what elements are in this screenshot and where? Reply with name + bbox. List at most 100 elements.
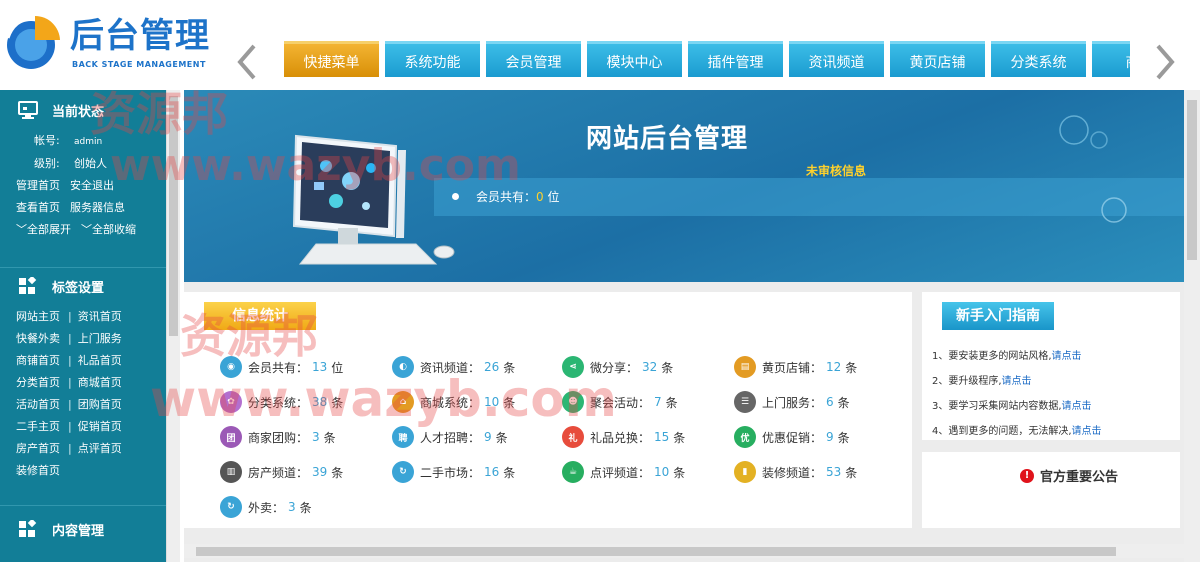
stat-unit: 条 [845,465,858,480]
guide-item-link[interactable]: 请点击 [1002,376,1032,387]
shop-icon: ⌂ [392,391,414,413]
link-expand-all[interactable]: 全部展开 [27,223,71,236]
stat-item[interactable]: ▥ 房产频道： 39 条 [220,461,343,483]
link-secondhand-home[interactable]: 二手主页 [16,420,60,433]
status-links: 管理首页 安全退出 查看首页 服务器信息 ﹀全部展开 ﹀全部收缩 [0,175,166,247]
stat-item[interactable]: ☻ 聚会活动： 7 条 [562,391,678,413]
sidebar-content-title: 内容管理 [52,523,105,539]
stat-item[interactable]: 聘人才招聘： 9 条 [392,426,508,448]
stat-label: 礼品兑换： [590,430,651,445]
sidebar-scrollbar[interactable] [166,90,180,562]
stat-item[interactable]: ▤ 黄页店铺： 12 条 [734,356,857,378]
tab-member-management[interactable]: 会员管理 [486,41,581,77]
stat-count: 32 [642,360,658,374]
stat-unit: 条 [323,430,336,445]
link-admin-home[interactable]: 管理首页 [16,179,60,192]
globe-icon: ◐ [392,356,414,378]
groupbuy-icon: 团 [220,426,242,448]
tab-news-channel[interactable]: 资讯频道 [789,41,884,77]
tab-mall[interactable]: 商城 [1092,41,1130,77]
link-shop-home[interactable]: 商铺首页 [16,354,60,367]
link-fastfood[interactable]: 快餐外卖 [16,332,60,345]
sidebar-heading-content[interactable]: 内容管理 [0,506,166,552]
stat-count: 6 [826,395,834,409]
stat-item[interactable]: ↻ 外卖： 3 条 [220,496,312,518]
link-logout[interactable]: 安全退出 [70,179,114,192]
top-header: 后台管理 BACK STAGE MANAGEMENT 快捷菜单 系统功能 会员管理模… [0,0,1200,90]
stat-count: 9 [826,430,834,444]
tab-classified-system[interactable]: 分类系统 [991,41,1086,77]
link-decoration-home[interactable]: 装修首页 [16,464,60,477]
stat-item[interactable]: ⋖ 微分享： 32 条 [562,356,673,378]
stat-item[interactable]: ▮ 装修频道： 53 条 [734,461,857,483]
stat-item[interactable]: 礼礼品兑换： 15 条 [562,426,685,448]
sidebar-status-title: 当前状态 [52,104,105,120]
stat-count: 39 [312,465,328,479]
stat-item[interactable]: ◐ 资讯频道： 26 条 [392,356,515,378]
nav-prev-arrow-icon[interactable] [234,42,260,82]
guide-item-link[interactable]: 请点击 [1062,401,1092,412]
tab-yellow-pages[interactable]: 黄页店铺 [890,41,985,77]
link-news-home[interactable]: 资讯首页 [78,310,122,323]
horizontal-scroll-thumb[interactable] [196,547,1116,556]
account-label: 帐号: [34,134,60,147]
link-collapse-all[interactable]: 全部收缩 [92,223,136,236]
stat-unit: 条 [331,465,344,480]
stat-item[interactable]: ☕ 点评频道： 10 条 [562,461,685,483]
stat-count: 16 [484,465,500,479]
link-view-home[interactable]: 查看首页 [16,201,60,214]
stats-panel: 信息统计 ◉ 会员共有： 13 位 ◐ 资讯频道： 26 条 ⋖ 微分享： 32 条 ▤ 黄页店铺： 12 条… [184,292,912,528]
guide-item: 3、要学习采集网站内容数据,请点击 [932,394,1102,419]
stat-item[interactable]: ↻ 二手市场： 16 条 [392,461,515,483]
guide-item-link[interactable]: 请点击 [1052,351,1082,362]
stat-count: 9 [484,430,492,444]
link-gift-home[interactable]: 礼品首页 [78,354,122,367]
stat-unit: 条 [503,465,516,480]
logo-title: 后台管理 [70,16,210,56]
stat-label: 会员共有： [248,360,309,375]
stat-count: 10 [484,395,500,409]
horizontal-scrollbar[interactable] [184,544,1184,558]
link-promo-home[interactable]: 促销首页 [78,420,122,433]
link-mall-home[interactable]: 商城首页 [78,376,122,389]
vertical-scroll-thumb[interactable] [1187,100,1197,260]
link-server-info[interactable]: 服务器信息 [70,201,125,214]
stat-item[interactable]: ◉ 会员共有： 13 位 [220,356,343,378]
stat-item[interactable]: ⌂ 商城系统： 10 条 [392,391,515,413]
logo-pie-icon [6,15,60,69]
guide-item: 2、要升级程序,请点击 [932,369,1102,394]
link-activity-home[interactable]: 活动首页 [16,398,60,411]
stat-count: 15 [654,430,670,444]
guide-item-text: 1、要安装更多的网站风格, [932,351,1052,362]
tab-module-center[interactable]: 模块中心 [587,41,682,77]
stat-label: 聚会活动： [590,395,651,410]
stat-item[interactable]: ✿ 分类系统： 38 条 [220,391,343,413]
link-groupbuy-home[interactable]: 团购首页 [78,398,122,411]
stat-label: 上门服务： [762,395,823,410]
link-review-home[interactable]: 点评首页 [78,442,122,455]
stat-item[interactable]: ☰ 上门服务： 6 条 [734,391,850,413]
guide-item: 4、遇到更多的问题，无法解决,请点击 [932,419,1102,444]
nav-next-arrow-icon[interactable] [1152,42,1178,82]
sidebar-heading-status[interactable]: 当前状态 [0,90,166,130]
tab-plugin-management[interactable]: 插件管理 [688,41,783,77]
stat-label: 商家团购： [248,430,309,445]
gift-icon: 礼 [562,426,584,448]
sidebar-scroll-thumb[interactable] [169,96,178,336]
tab-system-functions[interactable]: 系统功能 [385,41,480,77]
tab-quick-menu[interactable]: 快捷菜单 [284,41,379,77]
sidebar-heading-tags[interactable]: 标签设置 [0,268,166,304]
guide-item-link[interactable]: 请点击 [1072,426,1102,437]
link-classified-home[interactable]: 分类首页 [16,376,60,389]
vertical-scrollbar[interactable] [1184,90,1200,562]
stat-unit: 条 [673,465,686,480]
guide-title: 新手入门指南 [942,302,1054,330]
stat-unit: 条 [845,360,858,375]
link-realestate-home[interactable]: 房产首页 [16,442,60,455]
flower-icon: ✿ [220,391,242,413]
notice-heading[interactable]: ! 官方重要公告 [1020,466,1118,485]
link-site-home[interactable]: 网站主页 [16,310,60,323]
stat-item[interactable]: 优优惠促销： 9 条 [734,426,850,448]
stat-item[interactable]: 团商家团购： 3 条 [220,426,336,448]
link-door-service[interactable]: 上门服务 [78,332,122,345]
